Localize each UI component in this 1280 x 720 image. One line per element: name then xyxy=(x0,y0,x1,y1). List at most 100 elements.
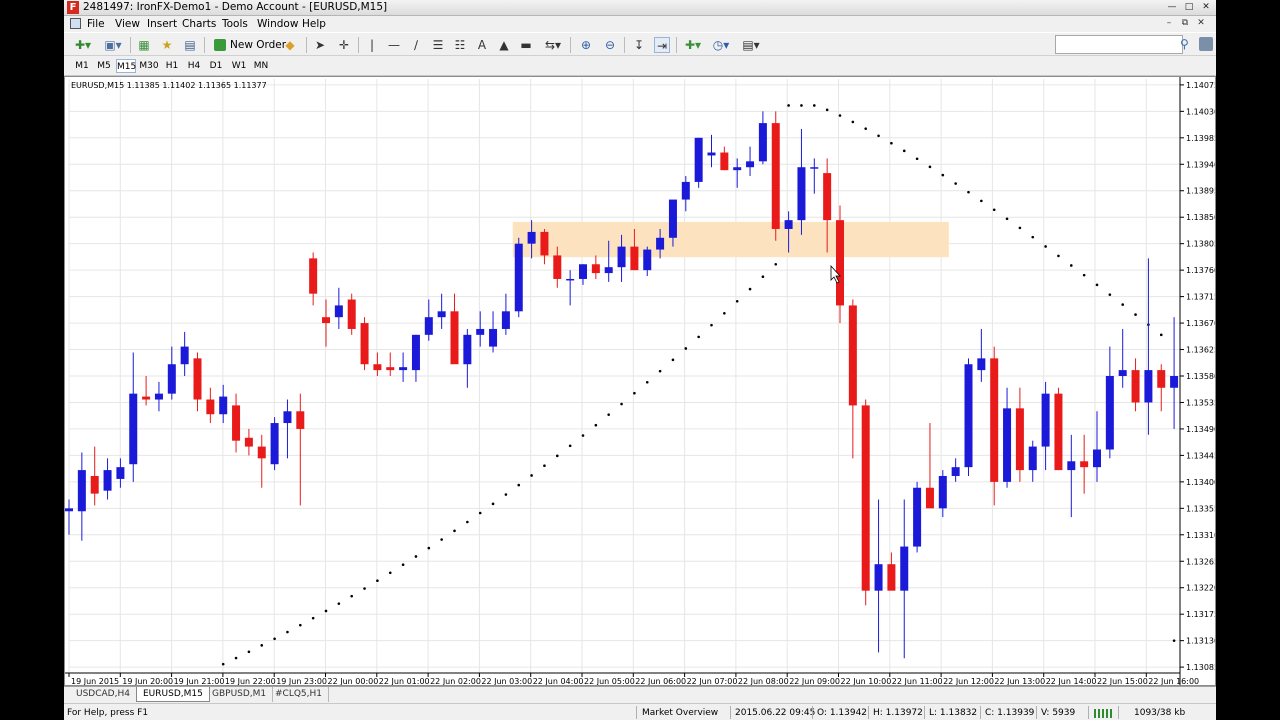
sar-dot xyxy=(735,299,739,303)
price-chart[interactable]: 1.14075 1.14030 1.13985 1.13940 1.13895 1.138… xyxy=(65,77,1215,685)
vertical-line-icon[interactable]: | xyxy=(364,37,380,53)
timeframe-m1[interactable]: M1 xyxy=(72,59,92,73)
community-icon[interactable] xyxy=(1199,37,1213,51)
menu-insert[interactable]: Insert xyxy=(147,18,177,30)
chart-shift-icon[interactable]: ↧ xyxy=(631,37,647,53)
channel-icon[interactable]: ☰ xyxy=(430,37,446,53)
templates-icon[interactable]: ▤▾ xyxy=(740,37,762,53)
time-tick-label: 22 Jun 13:00 xyxy=(994,677,1045,685)
cursor-icon[interactable]: ➤ xyxy=(312,37,328,53)
indicators-icon[interactable]: ✚▾ xyxy=(682,37,704,53)
sar-dot xyxy=(1057,254,1060,258)
menu-charts[interactable]: Charts xyxy=(182,18,216,30)
sar-dot xyxy=(838,114,842,117)
candle-body xyxy=(476,328,485,335)
status-help: For Help, press F1 xyxy=(67,708,149,718)
menu-help[interactable]: Help xyxy=(302,18,326,30)
maximize-icon[interactable]: □ xyxy=(1181,1,1197,14)
terminal-icon[interactable]: ▤ xyxy=(182,37,198,53)
price-tick-label: 1.13310 xyxy=(1186,531,1215,540)
price-tick-label: 1.13445 xyxy=(1186,451,1215,460)
status-profile[interactable]: Market Overview xyxy=(642,707,718,719)
mdi-restore-icon[interactable]: ⧉ xyxy=(1178,17,1192,30)
menu-window[interactable]: Window xyxy=(257,18,298,30)
label-icon[interactable]: ▬ xyxy=(518,37,534,53)
candle-body xyxy=(399,367,408,371)
timeframe-h1[interactable]: H1 xyxy=(162,59,182,73)
sar-dot xyxy=(697,335,700,339)
price-tick-label: 1.13985 xyxy=(1186,134,1215,143)
new-chart-icon[interactable]: ✚▾ xyxy=(72,37,94,53)
fibonacci-icon[interactable]: ☷ xyxy=(452,37,468,53)
chart-tab[interactable]: USDCAD,H4 xyxy=(70,687,137,702)
minimize-icon[interactable]: — xyxy=(1164,1,1180,14)
candle-body xyxy=(874,564,883,591)
menu-file[interactable]: File xyxy=(87,18,105,30)
sar-dot xyxy=(723,311,726,315)
autoscroll-icon[interactable]: ⇥ xyxy=(654,37,670,53)
timeframe-m5[interactable]: M5 xyxy=(94,59,114,73)
menu-view[interactable]: View xyxy=(115,18,140,30)
arrows-icon[interactable]: ⇆▾ xyxy=(542,37,564,53)
menu-tools[interactable]: Tools xyxy=(222,18,248,30)
candle-body xyxy=(836,220,844,306)
crosshair-icon[interactable]: ✛ xyxy=(336,37,352,53)
timeframe-mn[interactable]: MN xyxy=(251,59,271,73)
candle-body xyxy=(887,564,896,591)
chart-tab[interactable]: GBPUSD,M1 xyxy=(206,687,274,702)
autotrading-icon[interactable]: ◆ xyxy=(282,37,298,53)
status-bar: For Help, press F1 Market Overview 2015.… xyxy=(64,703,1216,720)
timeframe-h4[interactable]: H4 xyxy=(184,59,204,73)
timeframe-m15[interactable]: M15 xyxy=(116,59,136,73)
sar-dot xyxy=(1044,245,1047,248)
candle-body xyxy=(913,487,922,547)
timeframe-w1[interactable]: W1 xyxy=(229,59,249,73)
zoom-in-icon[interactable]: ⊕ xyxy=(578,37,594,53)
sar-dot xyxy=(299,623,302,627)
market-watch-icon[interactable]: ▦ xyxy=(136,37,152,53)
mdi-minimize-icon[interactable]: – xyxy=(1162,17,1176,30)
sar-dot xyxy=(1082,273,1086,277)
price-tick-label: 1.13265 xyxy=(1186,557,1215,566)
chart-symbol-label: EURUSD,M15 1.11385 1.11402 1.11365 1.113… xyxy=(71,81,267,90)
sar-dot xyxy=(645,380,649,384)
chart-tab[interactable]: #CLQ5,H1 xyxy=(269,687,330,702)
navigator-icon[interactable]: ★ xyxy=(159,37,175,53)
candle-body xyxy=(219,396,228,415)
search-icon[interactable]: ⚲ xyxy=(1180,37,1189,51)
price-tick-label: 1.13355 xyxy=(1186,504,1215,513)
time-tick-label: 22 Jun 05:00 xyxy=(584,677,635,685)
time-tick-label: 19 Jun 20:00 xyxy=(122,677,173,685)
search-input[interactable] xyxy=(1055,35,1183,54)
time-tick-label: 19 Jun 23:00 xyxy=(276,677,327,685)
price-tick-label: 1.13220 xyxy=(1186,584,1215,593)
close-icon[interactable]: ✕ xyxy=(1198,1,1214,14)
horizontal-line-icon[interactable]: — xyxy=(386,37,402,53)
candle-body xyxy=(322,317,330,324)
candle-body xyxy=(553,255,562,279)
text-icon[interactable]: A xyxy=(474,37,490,53)
new-order-button[interactable]: New Order xyxy=(214,37,286,53)
timeframe-m30[interactable]: M30 xyxy=(139,59,159,73)
candle-body xyxy=(257,446,266,459)
right-margin xyxy=(1216,0,1280,720)
timeframe-d1[interactable]: D1 xyxy=(206,59,226,73)
price-tick-label: 1.13940 xyxy=(1186,160,1215,169)
periods-icon[interactable]: ◷▾ xyxy=(710,37,732,53)
chart-tab[interactable]: EURUSD,M15 xyxy=(136,687,210,702)
sar-dot xyxy=(954,182,957,185)
time-tick-label: 22 Jun 06:00 xyxy=(635,677,686,685)
chart-window-icon[interactable] xyxy=(70,18,81,29)
candle-body xyxy=(154,393,163,400)
shapes-icon[interactable]: ▲ xyxy=(496,37,512,53)
trendline-icon[interactable]: ∕ xyxy=(408,37,424,53)
candle-body xyxy=(129,393,138,465)
candle-body xyxy=(771,123,780,229)
candle-body xyxy=(193,358,202,400)
profiles-icon[interactable]: ▣▾ xyxy=(102,37,124,53)
price-tick-label: 1.13895 xyxy=(1186,187,1215,196)
sar-dot xyxy=(363,587,366,590)
chart-window[interactable]: 1.14075 1.14030 1.13985 1.13940 1.13895 1.138… xyxy=(64,76,1216,686)
mdi-close-icon[interactable]: ✕ xyxy=(1194,17,1208,30)
zoom-out-icon[interactable]: ⊖ xyxy=(602,37,618,53)
